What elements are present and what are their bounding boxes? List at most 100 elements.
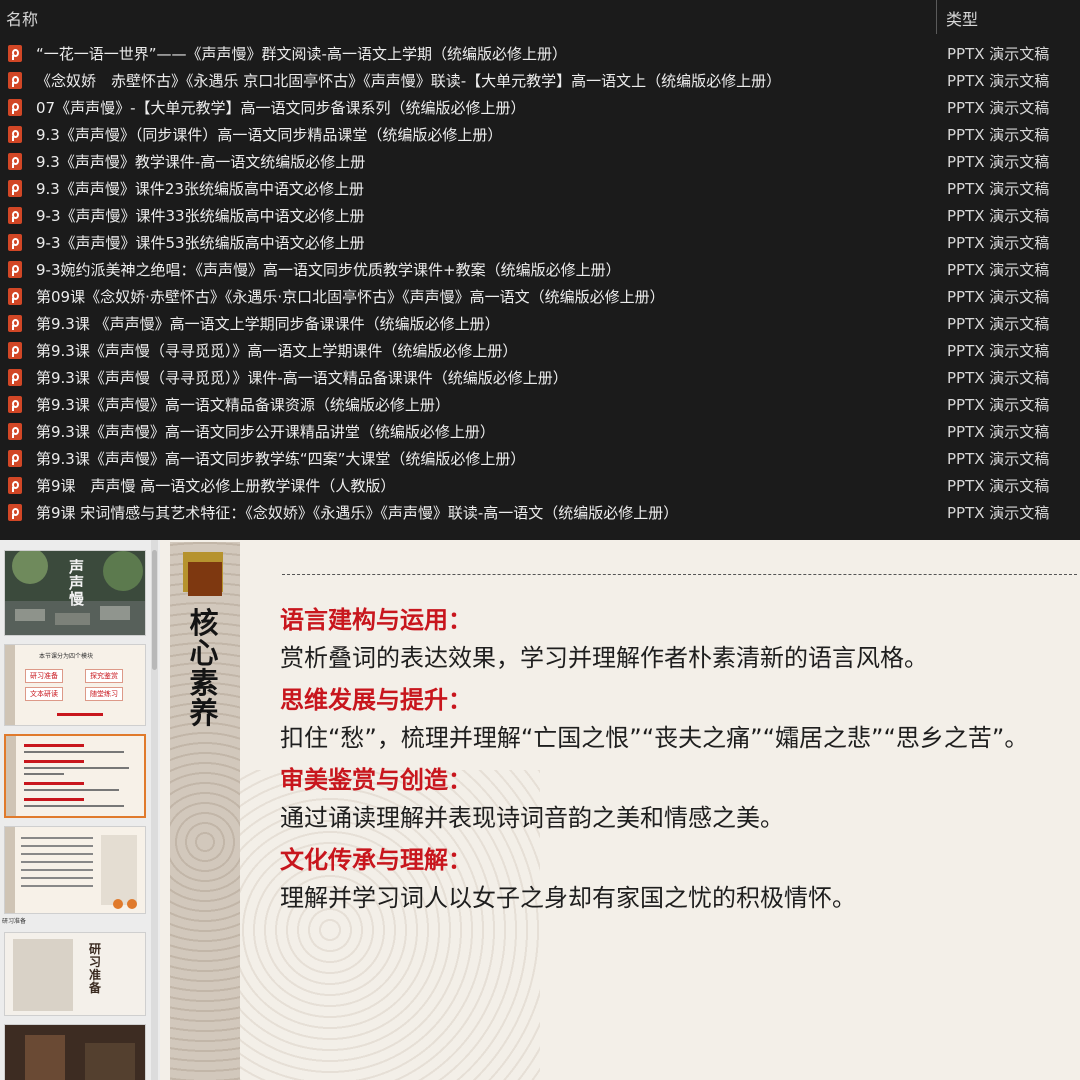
file-row[interactable]: 9-3婉约派美神之绝唱：《声声慢》高一语文同步优质教学课件+教案（统编版必修上册…: [0, 256, 1080, 283]
file-row[interactable]: 第9.3课《声声慢》高一语文同步教学练“四案”大课堂（统编版必修上册） PPTX …: [0, 445, 1080, 472]
file-name: 07《声声慢》-【大单元教学】高一语文同步备课系列（统编版必修上册）: [36, 99, 526, 117]
slide-thumbnail-4[interactable]: [4, 826, 146, 914]
thumbnail-text-line: [24, 805, 124, 807]
section-body: 赏析叠词的表达效果，学习并理解作者朴素清新的语言风格。: [280, 644, 928, 672]
figure-illustration: [101, 835, 137, 905]
pptx-file-icon: [8, 450, 22, 467]
file-row[interactable]: 9.3《声声慢》教学课件-高一语文统编版必修上册 PPTX 演示文稿: [0, 148, 1080, 175]
section-heading: 思维发展与提升：: [280, 686, 472, 714]
pptx-file-icon: [8, 396, 22, 413]
thumbnail-text-line: [24, 760, 84, 763]
room-illustration: [85, 1043, 135, 1080]
file-row[interactable]: 第9.3课《声声慢》高一语文同步公开课精品讲堂（统编版必修上册） PPTX 演示文…: [0, 418, 1080, 445]
slide-thumbnail-3[interactable]: [4, 734, 146, 818]
thumbnail-band: [5, 645, 15, 725]
thumbnail-text: 本节课分为四个模块: [39, 653, 94, 660]
file-type: PPTX 演示文稿: [947, 72, 1050, 90]
file-type: PPTX 演示文稿: [947, 369, 1050, 387]
section-heading: 审美鉴赏与创造：: [280, 766, 472, 794]
dashed-divider: [282, 574, 1077, 575]
slide-canvas[interactable]: 核心素养 语言建构与运用： 赏析叠词的表达效果，学习并理解作者朴素清新的语言风格…: [160, 540, 1080, 1080]
pptx-file-icon: [8, 45, 22, 62]
thumbnail-band: [6, 736, 16, 816]
file-row[interactable]: 第9.3课《声声慢（寻寻觅觅）》课件-高一语文精品备课课件（统编版必修上册） PP…: [0, 364, 1080, 391]
thumbnail-text-line: [21, 869, 93, 871]
pptx-file-icon: [8, 261, 22, 278]
section-culture: 文化传承与理解： 理解并学习词人以女子之身却有家国之忧的积极情怀。: [280, 844, 1070, 914]
file-row[interactable]: 第9课 宋词情感与其艺术特征：《念奴娇》《永遇乐》《声声慢》联读-高一语文（统编…: [0, 499, 1080, 526]
section-language: 语言建构与运用： 赏析叠词的表达效果，学习并理解作者朴素清新的语言风格。: [280, 604, 1070, 674]
file-row[interactable]: 9.3《声声慢》课件23张统编版高中语文必修上册 PPTX 演示文稿: [0, 175, 1080, 202]
slide-thumbnail-6[interactable]: [4, 1024, 146, 1080]
scrollbar-thumb[interactable]: [152, 550, 157, 670]
column-header-name[interactable]: 名称: [6, 6, 38, 30]
thumbnail-text-line: [21, 845, 93, 847]
file-type: PPTX 演示文稿: [947, 261, 1050, 279]
column-divider[interactable]: [936, 0, 937, 34]
pptx-file-icon: [8, 180, 22, 197]
file-row[interactable]: 第9课 声声慢 高一语文必修上册教学课件（人教版） PPTX 演示文稿: [0, 472, 1080, 499]
file-type: PPTX 演示文稿: [947, 288, 1050, 306]
slide-content: 语言建构与运用： 赏析叠词的表达效果，学习并理解作者朴素清新的语言风格。 思维发…: [280, 604, 1070, 924]
file-row[interactable]: 9-3《声声慢》课件53张统编版高中语文必修上册 PPTX 演示文稿: [0, 229, 1080, 256]
pptx-file-icon: [8, 72, 22, 89]
section-body: 理解并学习词人以女子之身却有家国之忧的积极情怀。: [280, 884, 856, 912]
pptx-file-icon: [8, 315, 22, 332]
pptx-file-icon: [8, 153, 22, 170]
pptx-file-icon: [8, 369, 22, 386]
thumbnail-section-label: 研习准备: [2, 918, 27, 925]
file-name: 9-3婉约派美神之绝唱：《声声慢》高一语文同步优质教学课件+教案（统编版必修上册…: [36, 261, 621, 279]
file-name: 第9.3课《声声慢（寻寻觅觅）》高一语文上学期课件（统编版必修上册）: [36, 342, 518, 360]
sort-indicator-icon: ^: [461, 0, 471, 7]
file-type: PPTX 演示文稿: [947, 180, 1050, 198]
thumbnail-text-line: [24, 773, 64, 775]
file-type: PPTX 演示文稿: [947, 504, 1050, 522]
file-type: PPTX 演示文稿: [947, 477, 1050, 495]
section-aesthetics: 审美鉴赏与创造： 通过诵读理解并表现诗词音韵之美和情感之美。: [280, 764, 1070, 834]
thumbnail-button: 文本研读: [25, 687, 63, 701]
file-row[interactable]: 9.3《声声慢》（同步课件）高一语文同步精品课堂（统编版必修上册） PPTX 演示…: [0, 121, 1080, 148]
figure-illustration: [13, 939, 73, 1011]
slide-thumbnail-5[interactable]: 研习准备: [4, 932, 146, 1016]
slide-vertical-title: 核心素养: [189, 606, 219, 730]
file-row[interactable]: 第9.3课《声声慢》高一语文精品备课资源（统编版必修上册） PPTX 演示文稿: [0, 391, 1080, 418]
file-row[interactable]: 第9.3课 《声声慢》高一语文上学期同步备课课件（统编版必修上册） PPTX 演示…: [0, 310, 1080, 337]
column-header-type[interactable]: 类型: [946, 6, 978, 30]
slide-editor: 声声慢 本节课分为四个模块 研习准备 探究鉴赏 文本研读 随堂练习 研习准备 研…: [0, 540, 1080, 1080]
title-ornament-square-inner: [188, 562, 222, 596]
file-name: 第9.3课 《声声慢》高一语文上学期同步备课课件（统编版必修上册）: [36, 315, 500, 333]
file-row[interactable]: 《念奴娇 赤壁怀古》《永遇乐 京口北固亭怀古》《声声慢》联读-【大单元教学】高一…: [0, 67, 1080, 94]
thumbnail-button: 研习准备: [25, 669, 63, 683]
thumbnail-text-line: [21, 853, 93, 855]
file-type: PPTX 演示文稿: [947, 315, 1050, 333]
file-type: PPTX 演示文稿: [947, 45, 1050, 63]
file-name: 第9.3课《声声慢》高一语文同步公开课精品讲堂（统编版必修上册）: [36, 423, 495, 441]
file-type: PPTX 演示文稿: [947, 423, 1050, 441]
thumbnail-dot-icon: [113, 899, 123, 909]
file-type: PPTX 演示文稿: [947, 99, 1050, 117]
file-type: PPTX 演示文稿: [947, 234, 1050, 252]
file-name: 第9.3课《声声慢》高一语文精品备课资源（统编版必修上册）: [36, 396, 450, 414]
slide-thumbnail-1[interactable]: 声声慢: [4, 550, 146, 636]
thumbnail-scrollbar[interactable]: [151, 540, 158, 1080]
file-name: 第9.3课《声声慢（寻寻觅觅）》课件-高一语文精品备课课件（统编版必修上册）: [36, 369, 568, 387]
slide-thumbnail-2[interactable]: 本节课分为四个模块 研习准备 探究鉴赏 文本研读 随堂练习: [4, 644, 146, 726]
file-row[interactable]: 07《声声慢》-【大单元教学】高一语文同步备课系列（统编版必修上册） PPTX 演…: [0, 94, 1080, 121]
thumbnail-text-line: [21, 861, 93, 863]
column-header-bar: 名称 ^ 类型: [0, 0, 1080, 34]
file-name: 第9课 宋词情感与其艺术特征：《念奴娇》《永遇乐》《声声慢》联读-高一语文（统编…: [36, 504, 679, 522]
thumbnail-text-line: [24, 744, 84, 747]
file-row[interactable]: “一花一语一世界”——《声声慢》群文阅读-高一语文上学期（统编版必修上册） PPT…: [0, 40, 1080, 67]
file-row[interactable]: 9-3《声声慢》课件33张统编版高中语文必修上册 PPTX 演示文稿: [0, 202, 1080, 229]
file-type: PPTX 演示文稿: [947, 207, 1050, 225]
file-name: “一花一语一世界”——《声声慢》群文阅读-高一语文上学期（统编版必修上册）: [36, 45, 567, 63]
room-illustration: [25, 1035, 65, 1080]
file-name: 9-3《声声慢》课件33张统编版高中语文必修上册: [36, 207, 365, 225]
thumbnail-text-line: [24, 782, 84, 785]
slide-thumbnail-pane: 声声慢 本节课分为四个模块 研习准备 探究鉴赏 文本研读 随堂练习 研习准备 研…: [0, 540, 160, 1080]
section-heading: 语言建构与运用：: [280, 606, 472, 634]
file-row[interactable]: 第9.3课《声声慢（寻寻觅觅）》高一语文上学期课件（统编版必修上册） PPTX 演…: [0, 337, 1080, 364]
thumbnail-text-line: [24, 751, 124, 753]
pptx-file-icon: [8, 99, 22, 116]
file-row[interactable]: 第09课《念奴娇·赤壁怀古》《永遇乐·京口北固亭怀古》《声声慢》高一语文（统编版…: [0, 283, 1080, 310]
